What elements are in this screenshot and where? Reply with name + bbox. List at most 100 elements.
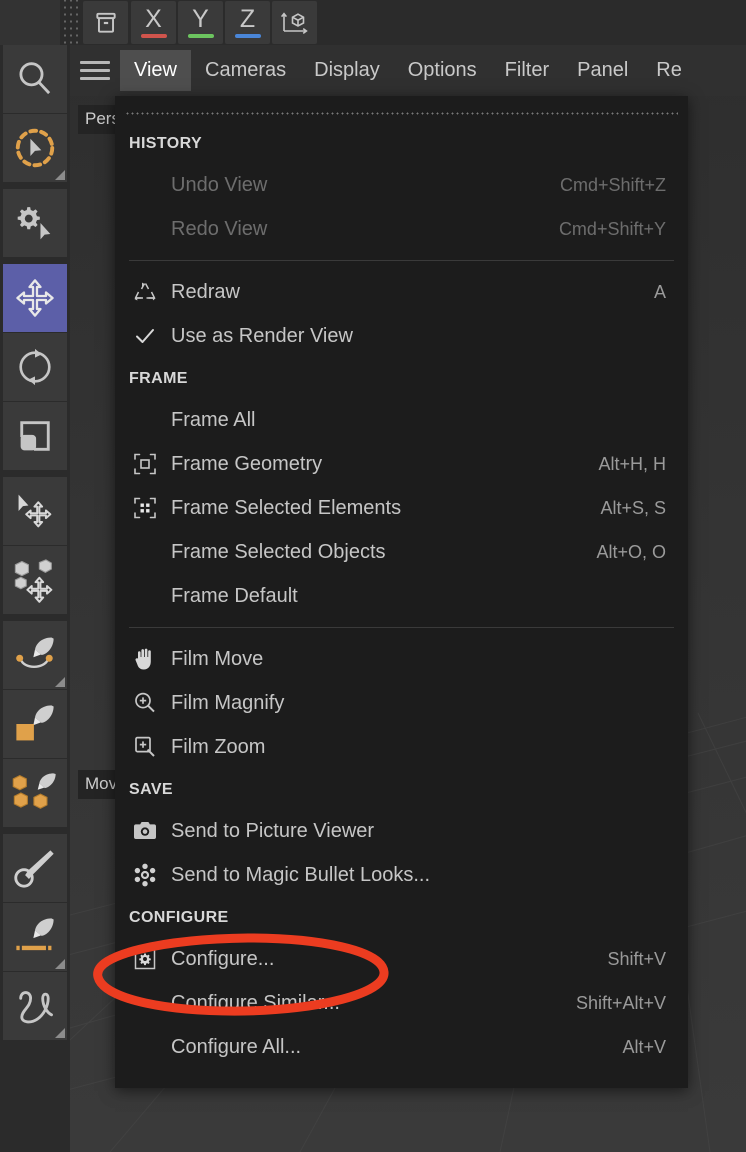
menubar-item-label: Filter: [504, 59, 550, 81]
sidebar-item-live-selection-tool[interactable]: [3, 114, 67, 182]
menu-item-label: Redraw: [171, 280, 240, 303]
menu-item-configure[interactable]: Configure... Shift+V: [115, 937, 688, 981]
menu-item-use-as-render-view[interactable]: Use as Render View: [115, 314, 688, 358]
no-icon: [129, 583, 161, 609]
menu-item-frame-all[interactable]: Frame All: [115, 398, 688, 442]
menu-divider: [129, 260, 674, 261]
axis-z-underline: [234, 34, 261, 38]
menubar-item-display[interactable]: Display: [300, 50, 394, 91]
menubar-item-cameras[interactable]: Cameras: [191, 50, 300, 91]
archive-box-icon: [93, 10, 119, 36]
menu-item-frame-selected-elements[interactable]: Frame Selected Elements Alt+S, S: [115, 486, 688, 530]
viewport-menubar: View Cameras Display Options Filter Panel Re: [70, 45, 746, 96]
menu-divider: [129, 627, 674, 628]
menu-item-frame-geometry[interactable]: Frame Geometry Alt+H, H: [115, 442, 688, 486]
menu-item-shortcut: Alt+H, H: [598, 453, 666, 474]
dashed-circle-cursor-icon: [12, 125, 58, 171]
menubar-item-re[interactable]: Re: [642, 50, 696, 91]
frame-elements-icon: [129, 495, 161, 521]
menu-item-label: Redo View: [171, 217, 268, 240]
axis-y-label: Y: [192, 5, 209, 33]
menu-item-film-magnify[interactable]: Film Magnify: [115, 681, 688, 725]
menu-item-configure-all[interactable]: Configure All... Alt+V: [115, 1025, 688, 1069]
tool-expand-corner[interactable]: [55, 170, 65, 180]
menubar-item-panel[interactable]: Panel: [563, 50, 642, 91]
toolbar-corner: [0, 0, 60, 45]
sidebar-item-search-tool[interactable]: [3, 45, 67, 113]
brush-icon: [13, 846, 57, 890]
menu-item-frame-selected-objects[interactable]: Frame Selected Objects Alt+O, O: [115, 530, 688, 574]
tool-expand-corner[interactable]: [55, 1028, 65, 1038]
menu-item-film-move[interactable]: Film Move: [115, 637, 688, 681]
tool-expand-corner[interactable]: [55, 959, 65, 969]
menubar-item-filter[interactable]: Filter: [491, 50, 563, 91]
toolbar-group-axes: X Y Z: [130, 0, 318, 45]
menu-section-header: FRAME: [129, 370, 188, 387]
menu-item-send-to-picture-viewer[interactable]: Send to Picture Viewer: [115, 809, 688, 853]
axis-x-label: X: [145, 5, 162, 33]
no-icon: [129, 216, 161, 242]
camera-icon: [129, 818, 161, 844]
menubar-item-view[interactable]: View: [120, 50, 191, 91]
view-menu-dropdown[interactable]: HISTORY Undo View Cmd+Shift+Z Redo View Cmd+…: [115, 96, 688, 1088]
menubar-item-label: Re: [656, 59, 682, 81]
menu-item-redraw[interactable]: Redraw A: [115, 270, 688, 314]
pen-curve-icon: [12, 633, 58, 677]
sidebar-item-spline-pen-tool[interactable]: [3, 621, 67, 689]
menu-item-label: Film Move: [171, 647, 264, 670]
axis-y-underline: [187, 34, 214, 38]
menubar-item-label: Display: [314, 59, 380, 81]
menu-item-film-zoom[interactable]: Film Zoom: [115, 725, 688, 769]
menu-item-label: Frame Selected Objects: [171, 540, 386, 563]
menu-item-label: Film Zoom: [171, 735, 266, 758]
menu-item-label: Film Magnify: [171, 691, 285, 714]
menu-tearoff-handle[interactable]: [125, 103, 678, 123]
frame-geometry-icon: [129, 451, 161, 477]
sidebar-item-paint-brush-tool[interactable]: [3, 834, 67, 902]
menu-item-label: Frame Selected Elements: [171, 496, 402, 519]
sidebar-item-scale-tool[interactable]: [3, 402, 67, 470]
sidebar-item-tool-settings[interactable]: [3, 189, 67, 257]
axis-y-button[interactable]: Y: [178, 1, 223, 44]
axis-z-label: Z: [239, 5, 256, 33]
menubar-item-label: Cameras: [205, 59, 287, 81]
cursor-move-icon: [12, 489, 58, 533]
rotate-arrows-icon: [13, 345, 57, 389]
hamburger-icon[interactable]: [70, 45, 120, 96]
axis-z-button[interactable]: Z: [225, 1, 270, 44]
menu-item-frame-default[interactable]: Frame Default: [115, 574, 688, 618]
menu-item-shortcut: Cmd+Shift+Y: [558, 218, 666, 239]
archive-box-button[interactable]: [83, 1, 128, 44]
sidebar-item-poly-brush-tool[interactable]: [3, 759, 67, 827]
axis-x-button[interactable]: X: [131, 1, 176, 44]
menu-section-header: SAVE: [129, 781, 173, 798]
menu-section-header: CONFIGURE: [129, 909, 229, 926]
tool-expand-corner[interactable]: [55, 677, 65, 687]
menu-item-configure-similar[interactable]: Configure Similar... Shift+Alt+V: [115, 981, 688, 1025]
menu-item-send-to-magic-bullet-looks[interactable]: Send to Magic Bullet Looks...: [115, 853, 688, 897]
sidebar-item-move-tool[interactable]: [3, 264, 67, 332]
no-icon: [129, 1034, 161, 1060]
sidebar-item-rotate-tool[interactable]: [3, 333, 67, 401]
sidebar-item-multi-object-tool[interactable]: [3, 546, 67, 614]
coordinate-system-button[interactable]: [272, 1, 317, 44]
menubar-item-options[interactable]: Options: [394, 50, 491, 91]
menu-item-label: Send to Picture Viewer: [171, 819, 375, 842]
checkmark-icon: [129, 323, 161, 349]
axis-x-underline: [140, 34, 167, 38]
sidebar-item-sculpt-tool[interactable]: [3, 972, 67, 1040]
cubes-move-icon: [11, 557, 59, 603]
sidebar-item-polygon-pen-tool[interactable]: [3, 690, 67, 758]
redraw-icon: [129, 279, 161, 305]
toolbar-drag-handle[interactable]: [60, 0, 82, 45]
no-icon: [129, 172, 161, 198]
sidebar-item-line-pen-tool[interactable]: [3, 903, 67, 971]
menu-item-undo-view: Undo View Cmd+Shift+Z: [115, 163, 688, 207]
pen-square-icon: [12, 702, 58, 746]
cinema4d-window: X Y Z Pers Mov View Cameras Display Opti…: [0, 0, 746, 1152]
zoom-box-icon: [129, 734, 161, 760]
menubar-item-label: View: [134, 59, 177, 81]
left-tool-rail: [0, 45, 70, 1152]
sidebar-item-transform-tool[interactable]: [3, 477, 67, 545]
no-icon: [129, 539, 161, 565]
